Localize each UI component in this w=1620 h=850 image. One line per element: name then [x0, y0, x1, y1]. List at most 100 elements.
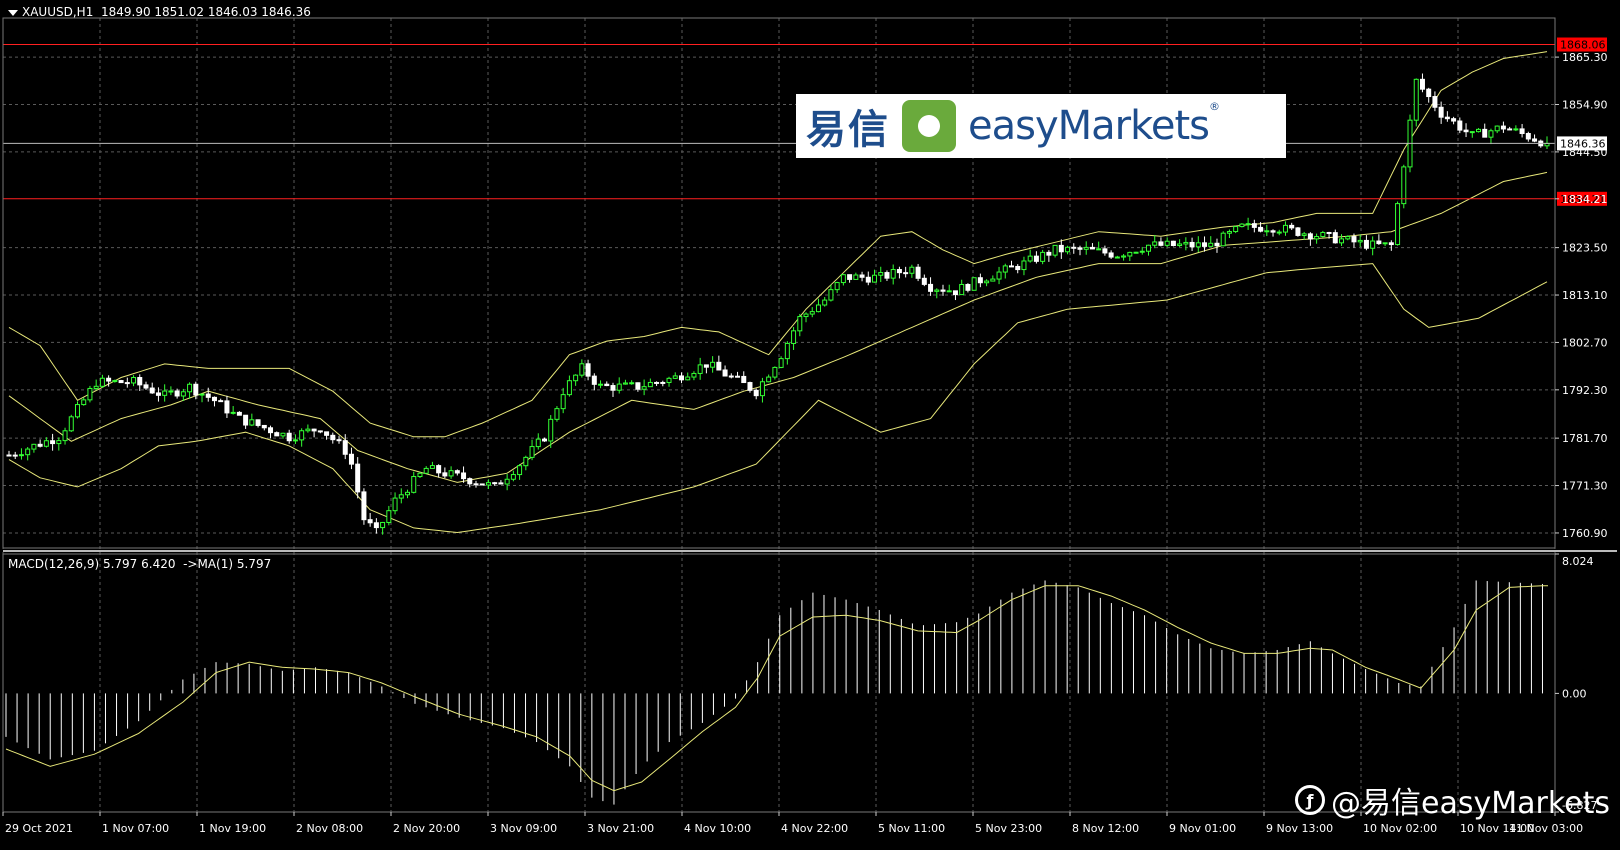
candle-body: [261, 424, 267, 429]
candle-body: [803, 313, 809, 318]
candle-body: [411, 476, 417, 493]
candle-body: [361, 491, 367, 521]
candle-body: [990, 278, 996, 282]
y-tick-label: 1854.90: [1562, 99, 1608, 112]
candle-body: [828, 289, 834, 301]
candle-body: [697, 364, 703, 374]
candle-body: [1476, 128, 1482, 133]
y-tick-label: 1781.70: [1562, 432, 1608, 445]
candle-body: [106, 377, 112, 382]
x-tick-label: 4 Nov 10:00: [684, 822, 751, 835]
candle-body: [741, 375, 747, 384]
x-tick-label: 1 Nov 07:00: [102, 822, 169, 835]
y-tick-label: 1823.50: [1562, 242, 1608, 255]
candle-body: [685, 376, 691, 381]
y-tick-label: 1834.21: [1562, 193, 1608, 206]
candle-body: [678, 375, 684, 381]
candle-body: [940, 289, 946, 292]
candle-body: [1426, 88, 1432, 98]
candle-body: [143, 384, 149, 389]
candle-body: [473, 483, 479, 486]
candle-body: [205, 393, 211, 398]
candle-body: [1071, 246, 1077, 249]
chart-window: 1868.06 1834.21 1846.36 1865.30 1854.90 1844…: [0, 0, 1620, 850]
candle-body: [903, 272, 909, 275]
candle-body: [815, 304, 821, 313]
grid: [2, 18, 1556, 812]
candle-body: [1314, 236, 1320, 240]
macd-y-tick-label: 8.024: [1562, 555, 1594, 568]
bollinger-bands: [8, 51, 1548, 534]
candle-body: [454, 470, 460, 474]
candle-body: [1046, 251, 1052, 256]
candle-body: [1133, 251, 1139, 254]
candle-body: [1139, 250, 1145, 253]
candle-body: [286, 432, 292, 442]
candle-body: [1183, 241, 1189, 245]
candle-body: [1226, 231, 1232, 234]
candle-body: [1040, 251, 1046, 262]
candle-body: [50, 440, 56, 445]
candle-body: [834, 282, 840, 291]
candle-body: [1158, 241, 1164, 246]
dropdown-icon[interactable]: [8, 9, 18, 16]
candle-body: [187, 383, 193, 393]
candle-body: [1102, 248, 1108, 254]
candle-body: [1345, 236, 1351, 240]
candle-body: [18, 454, 24, 457]
logo-cn-text: 易信: [806, 107, 890, 153]
candle-body: [735, 375, 741, 378]
candle-body: [1363, 239, 1369, 249]
macd-frame: [2, 553, 1556, 813]
candle-body: [928, 283, 934, 292]
candle-body: [1519, 128, 1525, 135]
symbol-label: XAUUSD,H1: [22, 5, 94, 19]
candle-body: [822, 299, 828, 306]
candle-body: [872, 274, 878, 283]
candle-body: [1027, 255, 1033, 262]
candle-body: [99, 377, 105, 387]
watermark: ƒ @易信easyMarkets: [1295, 778, 1610, 822]
candle-body: [1376, 240, 1382, 245]
candle-body: [510, 474, 516, 480]
x-tick-label: 9 Nov 13:00: [1266, 822, 1333, 835]
candle-body: [1401, 166, 1407, 205]
candle-body: [180, 391, 186, 397]
candle-body: [1251, 223, 1257, 228]
candle-body: [1357, 239, 1363, 243]
candle-body: [31, 443, 37, 450]
x-tick-label: 29 Oct 2021: [5, 822, 73, 835]
candle-body: [243, 414, 249, 426]
candle-body: [548, 418, 554, 442]
candle-body: [498, 482, 504, 485]
candle-body: [193, 383, 199, 396]
registered-mark: ®: [1208, 100, 1220, 113]
candle-body: [1233, 226, 1239, 233]
candle-body: [1021, 260, 1027, 271]
candle-body: [1270, 230, 1276, 233]
candle-body: [865, 276, 871, 283]
candle-body: [847, 274, 853, 280]
candle-body: [728, 375, 734, 378]
candle-body: [535, 438, 541, 448]
bollinger-upper: [8, 51, 1548, 438]
candle-body: [1525, 133, 1531, 140]
candle-body: [1033, 255, 1039, 262]
candle-body: [1065, 246, 1071, 253]
candle-body: [772, 366, 778, 378]
candle-body: [1469, 131, 1475, 134]
candlesticks: [6, 73, 1550, 535]
candle-body: [255, 419, 261, 426]
candle-body: [1444, 116, 1450, 120]
candle-body: [218, 400, 224, 403]
candle-body: [560, 394, 566, 410]
candle-body: [840, 274, 846, 284]
candle-body: [1058, 244, 1064, 253]
candle-body: [1532, 138, 1538, 142]
candle-body: [884, 272, 890, 279]
candle-body: [236, 411, 242, 416]
x-tick-label: 10 Nov 02:00: [1363, 822, 1437, 835]
y-tick-label: 1771.30: [1562, 480, 1608, 493]
candle-body: [797, 316, 803, 332]
candle-body: [1507, 128, 1513, 131]
